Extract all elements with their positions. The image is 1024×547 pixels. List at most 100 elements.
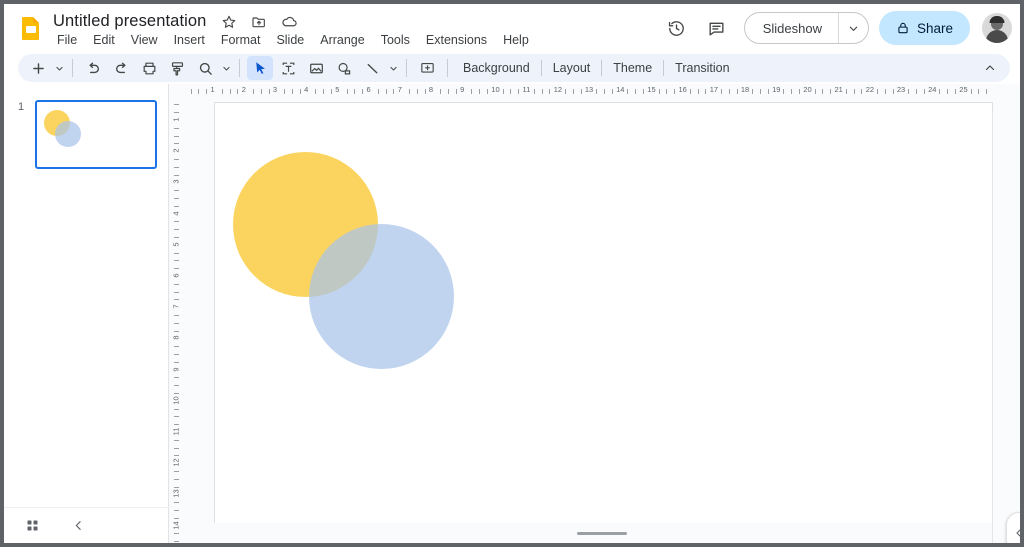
- account-avatar[interactable]: [982, 13, 1012, 43]
- ruler-h-tick: [572, 89, 574, 94]
- menu-help[interactable]: Help: [496, 31, 536, 49]
- text-box-icon[interactable]: [275, 56, 301, 80]
- slideshow-group: Slideshow: [743, 12, 869, 44]
- ruler-h-tick: [229, 89, 231, 94]
- menu-edit[interactable]: Edit: [86, 31, 122, 49]
- background-button[interactable]: Background: [454, 57, 539, 79]
- menu-file[interactable]: File: [50, 31, 84, 49]
- ruler-h-label: 4: [304, 85, 309, 94]
- ruler-h-tick: [978, 89, 980, 94]
- blue-circle[interactable]: [309, 224, 454, 369]
- ruler-v-tick: [174, 260, 179, 262]
- cloud-saved-icon[interactable]: [279, 12, 299, 32]
- slide-number: 1: [18, 101, 25, 113]
- ruler-v-tick: [174, 502, 179, 504]
- slides-logo-icon: [18, 15, 44, 41]
- zoom-icon[interactable]: [192, 56, 218, 80]
- menu-view[interactable]: View: [124, 31, 165, 49]
- ruler-h-tick: [627, 89, 629, 94]
- slide-canvas[interactable]: [214, 102, 993, 540]
- chevron-down-icon[interactable]: [837, 13, 868, 43]
- ruler-v-label: 12: [171, 458, 181, 467]
- ruler-h-tick: [549, 89, 551, 94]
- chevron-up-icon[interactable]: [976, 56, 1004, 80]
- star-icon[interactable]: [219, 12, 239, 32]
- new-slide-icon[interactable]: [25, 56, 51, 80]
- ruler-h-tick: [635, 89, 637, 94]
- ruler-h-tick: [760, 89, 761, 94]
- notes-resize-handle[interactable]: [576, 532, 627, 535]
- line-icon[interactable]: [359, 56, 385, 80]
- expand-panel-chevron-left-icon[interactable]: [1006, 512, 1020, 543]
- ruler-v-tick: [174, 478, 179, 480]
- comment-icon[interactable]: [700, 11, 734, 45]
- version-history-icon[interactable]: [660, 11, 694, 45]
- line-chevron-down-icon[interactable]: [386, 56, 400, 80]
- select-icon[interactable]: [247, 56, 273, 80]
- collapse-filmstrip-chevron-left-icon[interactable]: [66, 514, 90, 538]
- zoom-chevron-down-icon[interactable]: [219, 56, 233, 80]
- add-comment-icon[interactable]: [414, 56, 440, 80]
- paint-format-icon[interactable]: [164, 56, 190, 80]
- menu-extensions[interactable]: Extensions: [419, 31, 494, 49]
- vertical-ruler[interactable]: 1 2 3 4 5 6 7 8 9 10 11 12 13 14: [169, 98, 183, 543]
- ruler-h-tick: [541, 89, 543, 94]
- shape-icon[interactable]: [331, 56, 357, 80]
- share-button[interactable]: Share: [878, 11, 970, 45]
- undo-icon[interactable]: [80, 56, 106, 80]
- redo-icon[interactable]: [108, 56, 134, 80]
- avatar-body: [986, 30, 1008, 43]
- ruler-h-label: 6: [366, 85, 371, 94]
- ruler-v-label: 11: [171, 427, 181, 436]
- menu-arrange[interactable]: Arrange: [313, 31, 371, 49]
- theme-button[interactable]: Theme: [604, 57, 661, 79]
- ruler-h-tick: [253, 89, 254, 94]
- ruler-h-tick: [947, 89, 949, 94]
- ruler-v-tick: [174, 408, 179, 410]
- menu-format[interactable]: Format: [214, 31, 268, 49]
- ruler-h-tick: [471, 89, 473, 94]
- move-to-folder-icon[interactable]: [249, 12, 269, 32]
- ruler-v-tick: [174, 112, 179, 114]
- ruler-h-tick: [697, 89, 699, 94]
- ruler-h-tick: [346, 89, 348, 94]
- ruler-h-tick: [986, 89, 988, 94]
- ruler-v-label: 1: [171, 117, 181, 122]
- ruler-h-tick: [596, 89, 598, 94]
- right-rail: [992, 112, 1020, 543]
- ruler-v-tick: [174, 221, 179, 223]
- ruler-h-tick: [604, 89, 605, 94]
- ruler-h-tick: [689, 89, 691, 94]
- insert-image-icon[interactable]: [303, 56, 329, 80]
- ruler-h-tick: [292, 89, 293, 94]
- menu-slide[interactable]: Slide: [269, 31, 311, 49]
- horizontal-ruler[interactable]: 1 2 3 4 5 6 7 8 9 10 11 12 13 14 15 16 17 18 19 20 21 22 23 24 2…: [169, 84, 1020, 98]
- transition-button[interactable]: Transition: [666, 57, 738, 79]
- layout-button[interactable]: Layout: [544, 57, 600, 79]
- print-icon[interactable]: [136, 56, 162, 80]
- new-slide-chevron-down-icon[interactable]: [52, 56, 66, 80]
- grid-view-icon[interactable]: [20, 514, 44, 538]
- ruler-h-tick: [510, 89, 512, 94]
- ruler-v-tick: [174, 385, 179, 387]
- slideshow-button[interactable]: Slideshow: [745, 13, 838, 43]
- ruler-h-tick: [487, 89, 488, 94]
- ruler-h-label: 25: [959, 85, 968, 94]
- ruler-h-label: 14: [616, 85, 625, 94]
- menu-insert[interactable]: Insert: [167, 31, 212, 49]
- ruler-v-tick: [174, 190, 179, 192]
- ruler-h-tick: [424, 89, 426, 94]
- ruler-v-label: 9: [171, 367, 181, 372]
- document-title[interactable]: Untitled presentation: [50, 11, 209, 32]
- canvas-area[interactable]: [183, 98, 1020, 543]
- ruler-v-tick: [174, 159, 179, 160]
- menu-tools[interactable]: Tools: [374, 31, 417, 49]
- ruler-h-label: 12: [553, 85, 563, 94]
- slides-app-window: Untitled presentation File Edit View Ins…: [4, 4, 1020, 543]
- ruler-h-tick: [221, 89, 223, 94]
- ruler-h-tick: [666, 89, 668, 94]
- toolbar-divider-3: [406, 59, 407, 77]
- ruler-v-tick: [174, 127, 179, 129]
- ruler-v-tick: [174, 416, 179, 418]
- slide-thumbnail-1[interactable]: [35, 100, 157, 169]
